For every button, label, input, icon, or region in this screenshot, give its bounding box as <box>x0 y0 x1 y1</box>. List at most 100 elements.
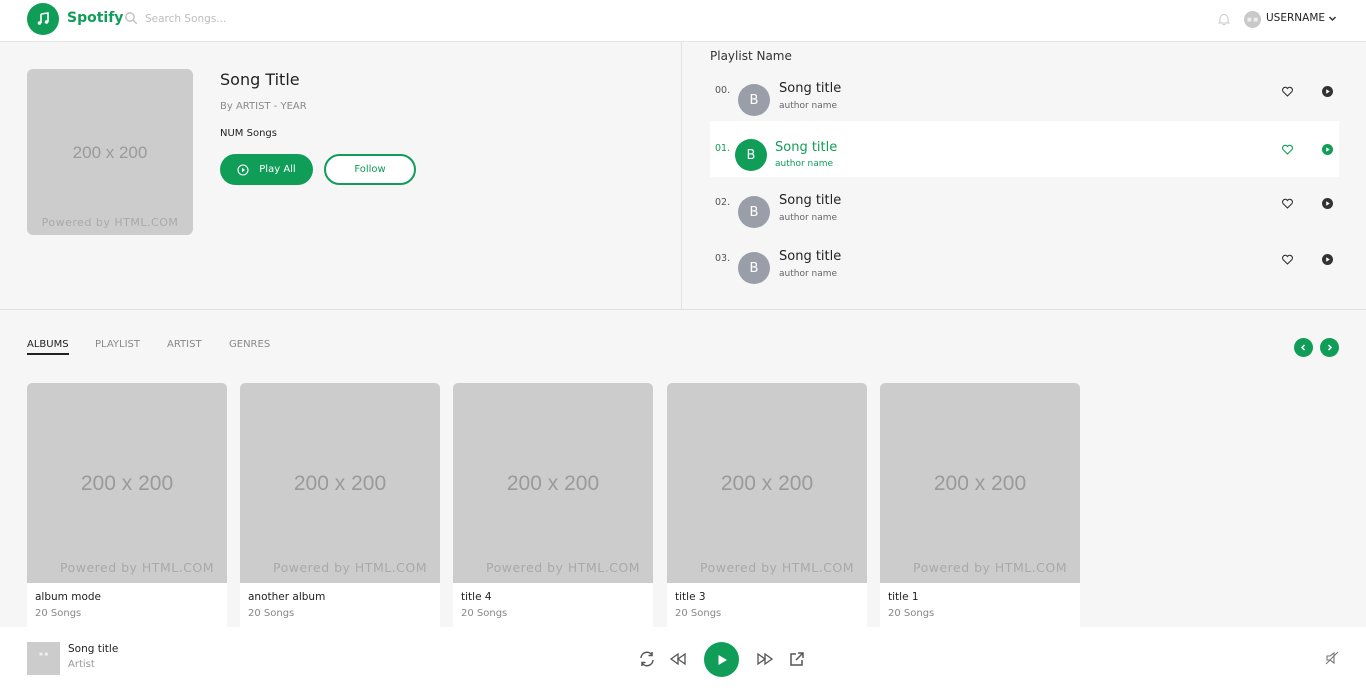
artist-year: By ARTIST - YEAR <box>220 101 307 112</box>
track-author: author name <box>779 101 838 111</box>
play-circle-icon[interactable] <box>1321 197 1334 210</box>
playlist-row[interactable]: 02. B Song title author name <box>710 188 1339 244</box>
album-song-count: 20 Songs <box>248 608 295 619</box>
album-image: 200 x 200 Powered by HTML.COM <box>667 383 867 583</box>
playlist-row-active[interactable]: 01. B Song title author name <box>710 121 1339 177</box>
play-circle-icon[interactable] <box>1321 143 1334 156</box>
track-avatar: B <box>738 252 770 284</box>
image-size-text: 200 x 200 <box>80 472 174 495</box>
heart-icon[interactable] <box>1281 143 1294 156</box>
track-title: Song title <box>779 193 842 208</box>
playlist-name: Playlist Name <box>710 49 792 63</box>
rewind-icon[interactable] <box>669 650 687 668</box>
album-image: 200 x 200 Powered by HTML.COM <box>880 383 1080 583</box>
album-song-count: 20 Songs <box>888 608 935 619</box>
play-pause-button[interactable] <box>704 642 739 677</box>
album-image: 200 x 200 Powered by HTML.COM <box>240 383 440 583</box>
track-number: 02. <box>715 197 731 208</box>
external-link-icon[interactable] <box>788 650 806 668</box>
image-size-text: 200 x 200 <box>720 472 814 495</box>
album-title: album mode <box>35 591 102 603</box>
cover-size-text: 200 x 200 <box>72 143 148 162</box>
player-bar: ■ ■ Song title Artist <box>0 627 1366 691</box>
tab-artist[interactable]: ARTIST <box>167 339 202 350</box>
track-title: Song title <box>775 140 838 155</box>
spotify-logo[interactable] <box>27 3 59 35</box>
song-count: NUM Songs <box>220 128 277 139</box>
album-title: Song Title <box>220 70 300 89</box>
album-card[interactable]: 200 x 200 Powered by HTML.COM album mode… <box>27 383 227 631</box>
album-title: title 3 <box>675 591 706 603</box>
image-powered-text: Powered by HTML.COM <box>912 560 1068 575</box>
avatar-label: ■ ■ <box>1246 16 1259 23</box>
play-all-button[interactable]: Play All <box>220 154 313 185</box>
chevron-down-icon[interactable] <box>1327 13 1338 24</box>
play-circle-icon[interactable] <box>1321 253 1334 266</box>
image-size-text: 200 x 200 <box>506 472 600 495</box>
music-note-icon <box>37 12 49 25</box>
heart-icon[interactable] <box>1281 197 1294 210</box>
repeat-icon[interactable] <box>638 650 656 668</box>
album-song-count: 20 Songs <box>35 608 82 619</box>
track-avatar: B <box>738 196 770 228</box>
next-button[interactable] <box>1320 338 1339 357</box>
play-icon <box>718 654 727 665</box>
play-circle-icon[interactable] <box>1321 85 1334 98</box>
album-song-count: 20 Songs <box>461 608 508 619</box>
tab-genres[interactable]: GENRES <box>229 339 270 350</box>
section-divider <box>681 42 682 310</box>
logo-text[interactable]: Spotify <box>67 10 123 26</box>
tab-albums[interactable]: ALBUMS <box>27 339 69 355</box>
album-card[interactable]: 200 x 200 Powered by HTML.COM another al… <box>240 383 440 631</box>
album-title: another album <box>248 591 326 603</box>
image-powered-text: Powered by HTML.COM <box>485 560 641 575</box>
chevron-left-icon <box>1300 344 1306 351</box>
image-powered-text: Powered by HTML.COM <box>699 560 855 575</box>
track-avatar: B <box>735 139 767 171</box>
chevron-right-icon <box>1327 344 1333 351</box>
album-title: title 1 <box>888 591 919 603</box>
tab-playlist[interactable]: PLAYLIST <box>95 339 140 350</box>
track-avatar: B <box>738 84 770 116</box>
album-cover: 200 x 200 Powered by HTML.COM <box>27 69 193 235</box>
horizontal-divider <box>0 309 1366 310</box>
image-size-text: 200 x 200 <box>933 472 1027 495</box>
search-icon <box>125 12 138 25</box>
username[interactable]: USERNAME <box>1266 12 1325 24</box>
image-powered-text: Powered by HTML.COM <box>59 560 215 575</box>
volume-mute-icon[interactable] <box>1325 651 1339 665</box>
track-title: Song title <box>779 249 842 264</box>
user-avatar[interactable]: ■ ■ <box>1244 11 1261 28</box>
track-number: 03. <box>715 253 731 264</box>
now-playing-artist: Artist <box>68 659 95 670</box>
play-circle-icon <box>237 163 249 176</box>
album-card[interactable]: 200 x 200 Powered by HTML.COM title 1 20… <box>880 383 1080 631</box>
album-image: 200 x 200 Powered by HTML.COM <box>453 383 653 583</box>
image-size-text: 200 x 200 <box>293 472 387 495</box>
album-card[interactable]: 200 x 200 Powered by HTML.COM title 3 20… <box>667 383 867 631</box>
album-image: 200 x 200 Powered by HTML.COM <box>27 383 227 583</box>
follow-button[interactable]: Follow <box>324 154 416 185</box>
now-playing-title: Song title <box>68 643 119 655</box>
fast-forward-icon[interactable] <box>756 650 774 668</box>
track-number: 01. <box>715 143 731 154</box>
prev-button[interactable] <box>1294 338 1313 357</box>
cover-powered-text: Powered by HTML.COM <box>41 216 179 229</box>
play-all-label: Play All <box>259 164 296 175</box>
now-playing-thumbnail: ■ ■ <box>27 642 60 675</box>
heart-icon[interactable] <box>1281 85 1294 98</box>
playlist-row[interactable]: 03. B Song title author name <box>710 244 1339 300</box>
top-bar: Spotify ■ ■ USERNAME <box>0 0 1366 42</box>
thumbnail-label: ■ ■ <box>39 652 48 658</box>
search-input[interactable] <box>145 9 345 29</box>
bell-icon[interactable] <box>1217 12 1231 26</box>
image-powered-text: Powered by HTML.COM <box>272 560 428 575</box>
album-card[interactable]: 200 x 200 Powered by HTML.COM title 4 20… <box>453 383 653 631</box>
track-author: author name <box>775 159 834 169</box>
track-author: author name <box>779 213 838 223</box>
album-title: title 4 <box>461 591 492 603</box>
track-number: 00. <box>715 85 731 96</box>
album-song-count: 20 Songs <box>675 608 722 619</box>
heart-icon[interactable] <box>1281 253 1294 266</box>
track-author: author name <box>779 269 838 279</box>
